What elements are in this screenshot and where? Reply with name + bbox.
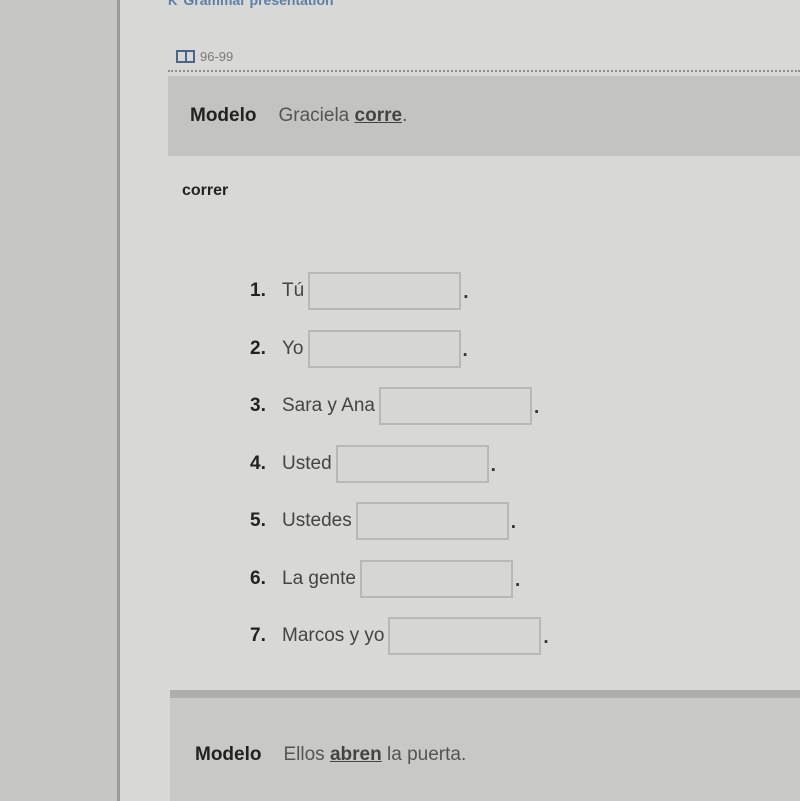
item-period: . (514, 569, 521, 591)
exercise-item: 6. La gente . (250, 559, 549, 598)
item-subject: Marcos y yo (282, 625, 385, 646)
answer-input-2[interactable] (307, 329, 461, 368)
item-period: . (463, 282, 469, 303)
model-example-2: Modelo Ellos abren la puerta. (170, 690, 800, 801)
item-period: . (462, 339, 468, 361)
item-number: 6. (250, 567, 266, 589)
exercise-item: 4. Usted . (250, 444, 549, 483)
item-subject: Usted (282, 452, 332, 474)
item-period: . (490, 454, 496, 476)
model-label: Modelo (195, 743, 262, 765)
page-range: 96-99 (200, 49, 234, 64)
model-example-1: Modelo Graciela corre. (168, 76, 800, 156)
answer-input-1[interactable] (308, 272, 462, 310)
item-number: 1. (250, 280, 266, 301)
model-verb: abren (329, 743, 382, 765)
back-link-label: Grammar presentation (183, 0, 334, 8)
item-number: 3. (250, 395, 266, 416)
grammar-presentation-link[interactable]: K Grammar presentation (168, 0, 334, 8)
answer-input-4[interactable] (335, 444, 489, 483)
sentence-end: . (402, 105, 408, 126)
item-subject: Yo (282, 337, 304, 359)
exercise-item: 2. Yo . (250, 329, 549, 368)
exercise-list: 1. Tú . 2. Yo . 3. Sara y Ana . 4. Usted… (250, 272, 549, 675)
answer-input-3[interactable] (378, 387, 532, 425)
answer-input-7[interactable] (388, 617, 542, 655)
item-number: 5. (250, 510, 266, 531)
model-label: Modelo (190, 105, 257, 126)
model-sentence: Graciela corre. (279, 105, 408, 127)
exercise-content: K Grammar presentation 96-99 Modelo Grac… (120, 0, 800, 801)
answer-input-5[interactable] (355, 502, 509, 540)
sentence-end: la puerta. (381, 743, 467, 765)
answer-input-6[interactable] (359, 559, 513, 598)
dotted-divider (168, 70, 800, 72)
sentence-start: Ellos (283, 743, 330, 765)
chevron-left-icon: K (168, 0, 178, 8)
sentence-start: Graciela (278, 105, 355, 126)
item-number: 7. (250, 625, 266, 646)
exercise-item: 5. Ustedes . (250, 502, 549, 540)
item-subject: Tú (282, 280, 305, 301)
book-icon (176, 50, 195, 63)
model-verb: corre (354, 105, 403, 126)
exercise-item: 7. Marcos y yo . (250, 617, 549, 655)
item-subject: Ustedes (282, 510, 352, 531)
item-period: . (510, 512, 516, 533)
item-number: 4. (250, 452, 266, 474)
page-reference[interactable]: 96-99 (176, 49, 233, 64)
item-number: 2. (250, 337, 266, 359)
exercise-item: 3. Sara y Ana . (250, 387, 549, 425)
item-period: . (533, 397, 540, 418)
item-period: . (543, 627, 549, 648)
item-subject: Sara y Ana (282, 395, 375, 416)
infinitive-verb: correr (182, 182, 229, 199)
left-panel (0, 0, 117, 801)
model-sentence: Ellos abren la puerta. (284, 744, 467, 766)
item-subject: La gente (282, 567, 356, 589)
exercise-item: 1. Tú . (250, 272, 549, 310)
